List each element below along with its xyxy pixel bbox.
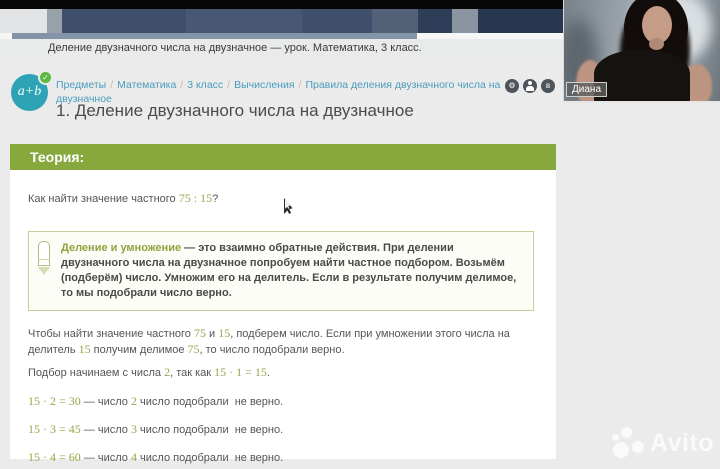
theory-content-card: Как найти значение частного 75 : 15? Дел… xyxy=(10,170,556,464)
browser-tab-blurred[interactable] xyxy=(302,9,372,33)
page-title-text: Деление двузначного числа на двузначное … xyxy=(48,42,422,54)
background-window-fragment xyxy=(0,9,47,33)
pencil-icon xyxy=(38,241,51,277)
participant-name-label: Диана xyxy=(566,82,608,97)
site-logo[interactable]: a+b ✓ xyxy=(11,70,61,114)
avito-logo-icon xyxy=(612,427,645,460)
breadcrumb-item-subjects[interactable]: Предметы xyxy=(56,79,106,91)
browser-tab-blurred[interactable] xyxy=(62,9,186,33)
question-line: Как найти значение частного 75 : 15? xyxy=(28,191,219,205)
browser-tab-blurred[interactable] xyxy=(372,9,418,33)
check-badge-icon: ✓ xyxy=(38,70,53,85)
participant-neck xyxy=(649,38,664,50)
breadcrumb-separator: / xyxy=(110,79,114,91)
lesson-page: a+b ✓ Предметы / Математика/3 класс / Вычисл… xyxy=(0,57,720,469)
paragraph-find: Чтобы найти значение частного 75 и 15, п… xyxy=(28,326,510,356)
breadcrumb-separator: / xyxy=(227,79,231,91)
webcam-video-tile[interactable]: Диана xyxy=(563,0,720,103)
page-title: 1. Деление двузначного числа на двузначн… xyxy=(56,101,414,120)
person-icon[interactable] xyxy=(523,79,537,93)
definition-text: Деление и умножение — это взаимно обратн… xyxy=(61,242,517,299)
browser-tab-blurred[interactable] xyxy=(186,9,302,33)
gear-icon[interactable]: ⚙ xyxy=(505,79,519,93)
breadcrumb-item-math[interactable]: Математика xyxy=(117,79,176,91)
breadcrumb-separator: / xyxy=(298,79,302,91)
browser-tab-control[interactable] xyxy=(452,9,478,33)
step-line: 15 · 3 = 45 — число 3 число подобрали не… xyxy=(28,422,284,436)
background-window-fragment xyxy=(47,9,62,33)
step-line: 15 · 2 = 30 — число 2 число подобрали не… xyxy=(28,394,284,408)
step-line: 15 · 4 = 60 — число 4 число подобрали не… xyxy=(28,450,284,464)
definition-callout: Деление и умножение — это взаимно обратн… xyxy=(28,231,534,311)
breadcrumb-separator: / xyxy=(180,79,184,91)
paragraph-start: Подбор начинаем с числа 2, так как 15 · … xyxy=(28,365,270,379)
breadcrumb-item-grade[interactable]: 3 класс xyxy=(187,79,223,91)
theory-section-header: Теория: xyxy=(10,144,556,170)
avito-brand-text: Avito xyxy=(650,429,715,457)
vk-icon[interactable]: в xyxy=(541,79,555,93)
social-icons: ⚙ в xyxy=(505,79,555,93)
participant-torso xyxy=(594,50,690,101)
breadcrumb-item-calculations[interactable]: Вычисления xyxy=(234,79,294,91)
avito-watermark: Avito xyxy=(612,427,714,460)
screen: Деление двузначного числа на двузначное … xyxy=(0,0,720,469)
